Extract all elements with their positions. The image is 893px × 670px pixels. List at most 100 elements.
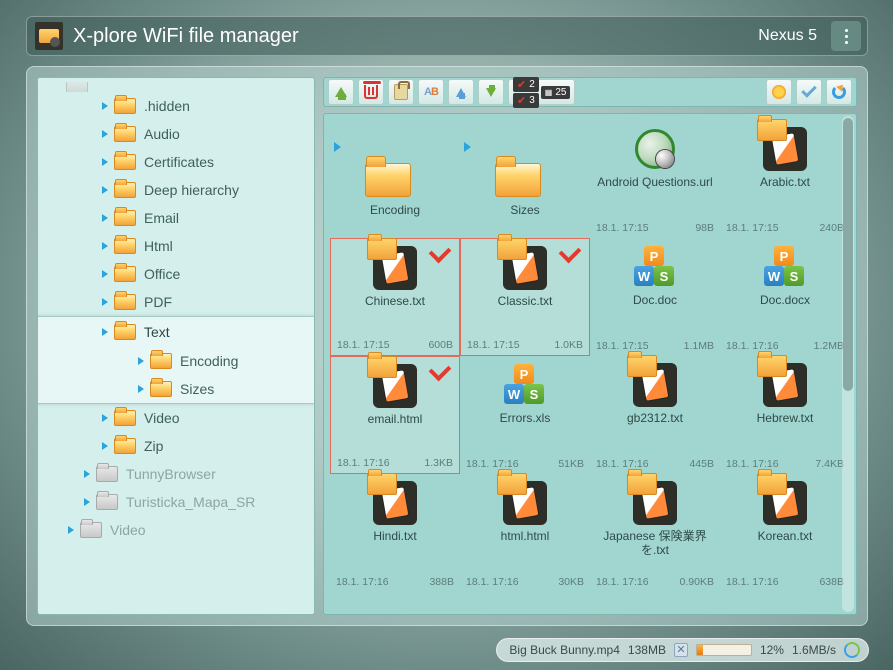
tree-active-group: TextEncodingSizes: [37, 316, 314, 404]
tree-item[interactable]: Email: [38, 204, 314, 232]
tree-item[interactable]: Html: [38, 232, 314, 260]
file-cell[interactable]: gb2312.txt18.1. 17:16445B: [590, 356, 720, 474]
expand-icon[interactable]: [84, 498, 90, 506]
tree-item[interactable]: Certificates: [38, 148, 314, 176]
toolbar: AB ✔2 ✔3 ▦25: [323, 77, 857, 107]
tree-item[interactable]: PDF: [38, 288, 314, 316]
main-panel: .hidden Audio Certificates Deep hierarchy Em…: [26, 66, 868, 626]
up-level-button[interactable]: [328, 79, 354, 105]
expand-icon[interactable]: [334, 142, 341, 152]
device-name: Nexus 5: [758, 27, 817, 45]
expand-icon[interactable]: [102, 298, 108, 306]
file-cell[interactable]: Hebrew.txt18.1. 17:167.4KB: [720, 356, 850, 474]
refresh-button[interactable]: [826, 79, 852, 105]
tree-item[interactable]: Encoding: [38, 347, 314, 375]
file-date: 18.1. 17:16: [337, 457, 390, 469]
tree-item-label: PDF: [144, 294, 172, 310]
file-cell[interactable]: html.html18.1. 17:1630KB: [460, 474, 590, 592]
upload-button[interactable]: [448, 79, 474, 105]
scrollbar-thumb[interactable]: [843, 118, 853, 391]
file-size: 1.0KB: [554, 339, 583, 351]
expand-icon[interactable]: [102, 214, 108, 222]
file-cell[interactable]: PWSDoc.doc18.1. 17:151.1MB: [590, 238, 720, 356]
cancel-transfer-button[interactable]: ✕: [674, 643, 688, 657]
menu-button[interactable]: [831, 21, 861, 51]
download-button[interactable]: [478, 79, 504, 105]
expand-icon[interactable]: [102, 270, 108, 278]
tree-item-label: Audio: [144, 126, 180, 142]
file-size: 445B: [689, 458, 714, 470]
file-size: 638B: [819, 576, 844, 588]
file-cell[interactable]: PWSDoc.docx18.1. 17:161.2MB: [720, 238, 850, 356]
select-all-button[interactable]: [796, 79, 822, 105]
tree-item-label: Deep hierarchy: [144, 182, 239, 198]
file-cell[interactable]: Chinese.txt18.1. 17:15600B: [330, 238, 460, 356]
folder-icon: [114, 324, 136, 340]
tree-item-label: Email: [144, 210, 179, 226]
folder-icon: [114, 238, 136, 254]
tree-item[interactable]: Deep hierarchy: [38, 176, 314, 204]
file-cell[interactable]: PWSErrors.xls18.1. 17:1651KB: [460, 356, 590, 474]
file-cell[interactable]: Arabic.txt18.1. 17:15240B: [720, 120, 850, 238]
file-grid[interactable]: EncodingSizesAndroid Questions.url18.1. …: [323, 113, 857, 615]
tree-item[interactable]: Video: [38, 404, 314, 432]
tree-item[interactable]: Turisticka_Mapa_SR: [38, 488, 314, 516]
file-cell[interactable]: Japanese 保険業界を.txt18.1. 17:160.90KB: [590, 474, 720, 592]
expand-icon[interactable]: [102, 158, 108, 166]
delete-button[interactable]: [358, 79, 384, 105]
expand-icon[interactable]: [102, 414, 108, 422]
tree-item-label: Certificates: [144, 154, 214, 170]
file-cell[interactable]: email.html18.1. 17:161.3KB: [330, 356, 460, 474]
expand-icon[interactable]: [138, 357, 144, 365]
rename-button[interactable]: AB: [418, 79, 444, 105]
file-name: Arabic.txt: [724, 176, 846, 192]
folder-icon: [114, 410, 136, 426]
selected-count: 2: [529, 79, 535, 90]
file-name: Doc.docx: [724, 294, 846, 310]
folder-icon: [365, 163, 411, 197]
text-file-icon: [633, 481, 677, 525]
expand-icon[interactable]: [102, 186, 108, 194]
file-cell[interactable]: Classic.txt18.1. 17:151.0KB: [460, 238, 590, 356]
file-name: email.html: [335, 413, 455, 429]
folder-cell[interactable]: Sizes: [460, 120, 590, 238]
text-file-icon: [763, 481, 807, 525]
expand-icon[interactable]: [102, 242, 108, 250]
tree-item[interactable]: Video: [38, 516, 314, 544]
folder-tree[interactable]: .hidden Audio Certificates Deep hierarchy Em…: [37, 77, 315, 615]
tree-item[interactable]: Zip: [38, 432, 314, 460]
expand-icon[interactable]: [84, 470, 90, 478]
tree-item[interactable]: Office: [38, 260, 314, 288]
clipboard-button[interactable]: [388, 79, 414, 105]
expand-icon[interactable]: [68, 526, 74, 534]
expand-icon[interactable]: [102, 102, 108, 110]
tree-item[interactable]: Audio: [38, 120, 314, 148]
selection-counter[interactable]: ✔2 ✔3 ▦25: [508, 79, 575, 105]
folder-icon: [96, 494, 118, 510]
tree-item[interactable]: .hidden: [38, 92, 314, 120]
new-button[interactable]: [766, 79, 792, 105]
header-bar: X-plore WiFi file manager Nexus 5: [26, 16, 868, 56]
folder-cell[interactable]: Encoding: [330, 120, 460, 238]
file-cell[interactable]: Hindi.txt18.1. 17:16388B: [330, 474, 460, 592]
transfer-progress: [696, 644, 752, 656]
expand-icon[interactable]: [138, 385, 144, 393]
transfer-size: 138MB: [628, 643, 666, 657]
folder-icon: [114, 154, 136, 170]
office-icon: PWS: [504, 364, 546, 406]
file-cell[interactable]: Android Questions.url18.1. 17:1598B: [590, 120, 720, 238]
folder-icon: [96, 466, 118, 482]
expand-icon[interactable]: [102, 328, 108, 336]
tree-item-active[interactable]: Text: [38, 317, 314, 347]
text-file-icon: [763, 127, 807, 171]
expand-icon[interactable]: [102, 130, 108, 138]
file-size: 7.4KB: [815, 458, 844, 470]
expand-icon[interactable]: [102, 442, 108, 450]
tree-item-label: TunnyBrowser: [126, 466, 216, 482]
tree-item[interactable]: TunnyBrowser: [38, 460, 314, 488]
file-cell[interactable]: Korean.txt18.1. 17:16638B: [720, 474, 850, 592]
vertical-scrollbar[interactable]: [842, 116, 854, 612]
text-file-icon: [503, 481, 547, 525]
tree-item[interactable]: Sizes: [38, 375, 314, 403]
expand-icon[interactable]: [464, 142, 471, 152]
